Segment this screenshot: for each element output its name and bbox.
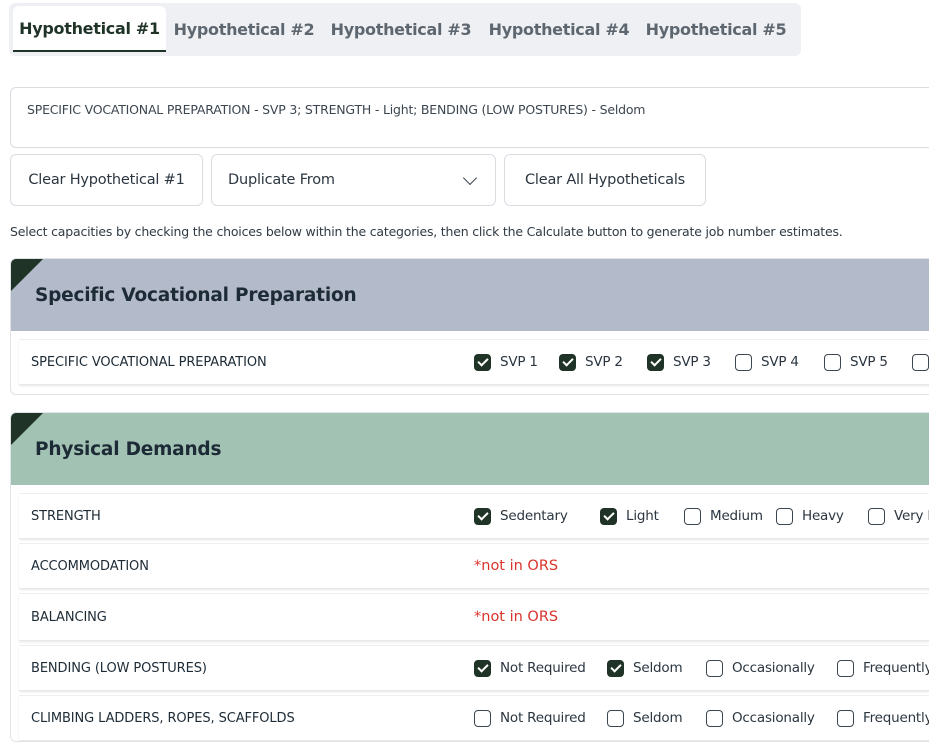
option-sedentary[interactable]: Sedentary <box>474 507 600 525</box>
checkbox[interactable] <box>600 507 617 525</box>
option-heavy[interactable]: Heavy <box>776 507 868 525</box>
checkbox[interactable] <box>559 353 576 371</box>
checkbox[interactable] <box>824 353 841 371</box>
not-in-ors-note: *not in ORS <box>474 609 559 625</box>
option-svp-2[interactable]: SVP 2 <box>559 353 647 371</box>
svp-row: SPECIFIC VOCATIONAL PREPARATION SVP 1 SV… <box>19 339 929 384</box>
clear-hypothetical-button[interactable]: Clear Hypothetical #1 <box>10 154 203 206</box>
row-label: STRENGTH <box>31 508 101 524</box>
tab-hypothetical-4[interactable]: Hypothetical #4 <box>480 6 638 52</box>
balancing-row: BALANCING *not in ORS <box>19 593 929 640</box>
option-label: SVP 5 <box>850 354 888 370</box>
checkbox[interactable] <box>868 507 885 525</box>
row-label: CLIMBING LADDERS, ROPES, SCAFFOLDS <box>31 710 295 726</box>
option-label: Not Required <box>500 660 586 676</box>
checkbox[interactable] <box>706 659 723 677</box>
strength-options: Sedentary Light Medium Heavy Very H <box>474 494 929 538</box>
option-svp-1[interactable]: SVP 1 <box>474 353 559 371</box>
option-label: Seldom <box>633 710 683 726</box>
option-label: SVP 3 <box>673 354 711 370</box>
option-occasionally[interactable]: Occasionally <box>706 709 837 727</box>
duplicate-from-select[interactable]: Duplicate From <box>211 154 496 206</box>
option-medium[interactable]: Medium <box>684 507 776 525</box>
option-frequently[interactable]: Frequently <box>837 709 929 727</box>
accommodation-row: ACCOMMODATION *not in ORS <box>19 543 929 588</box>
option-seldom[interactable]: Seldom <box>607 709 706 727</box>
climbing-options: Not Required Seldom Occasionally Frequen… <box>474 696 929 740</box>
checkbox[interactable] <box>607 659 624 677</box>
section-title: Specific Vocational Preparation <box>35 284 357 306</box>
tab-hypothetical-5[interactable]: Hypothetical #5 <box>638 6 794 52</box>
checkbox[interactable] <box>837 659 854 677</box>
option-label: SVP 2 <box>585 354 623 370</box>
hypothetical-tabs: Hypothetical #1 Hypothetical #2 Hypothet… <box>9 3 801 56</box>
option-label: Medium <box>710 508 763 524</box>
checkbox[interactable] <box>647 353 664 371</box>
option-label: Occasionally <box>732 660 815 676</box>
strength-row: STRENGTH Sedentary Light Medium Heavy Ve… <box>19 493 929 538</box>
climbing-row: CLIMBING LADDERS, ROPES, SCAFFOLDS Not R… <box>19 695 929 740</box>
section-title: Physical Demands <box>35 438 222 460</box>
option-very-heavy[interactable]: Very H <box>868 507 929 525</box>
checkbox[interactable] <box>912 353 929 371</box>
svp-section-header: Specific Vocational Preparation <box>11 259 929 331</box>
checkbox[interactable] <box>706 709 723 727</box>
checkbox[interactable] <box>735 353 752 371</box>
option-svp-3[interactable]: SVP 3 <box>647 353 735 371</box>
svp-options: SVP 1 SVP 2 SVP 3 SVP 4 SVP 5 <box>474 340 929 384</box>
tab-hypothetical-3[interactable]: Hypothetical #3 <box>322 6 480 52</box>
row-label: BENDING (LOW POSTURES) <box>31 660 207 676</box>
row-label: BALANCING <box>31 609 107 625</box>
option-not-required[interactable]: Not Required <box>474 709 607 727</box>
option-seldom[interactable]: Seldom <box>607 659 706 677</box>
corner-accent <box>11 259 43 291</box>
checkbox[interactable] <box>607 709 624 727</box>
option-label: Very H <box>894 508 929 524</box>
checkbox[interactable] <box>474 659 491 677</box>
row-label: ACCOMMODATION <box>31 558 149 574</box>
instructions-text: Select capacities by checking the choice… <box>10 224 843 239</box>
option-label: Not Required <box>500 710 586 726</box>
checkbox[interactable] <box>474 709 491 727</box>
option-svp-6[interactable] <box>912 353 929 371</box>
option-occasionally[interactable]: Occasionally <box>706 659 837 677</box>
checkbox[interactable] <box>684 507 701 525</box>
option-label: Occasionally <box>732 710 815 726</box>
checkbox[interactable] <box>474 507 491 525</box>
option-svp-5[interactable]: SVP 5 <box>824 353 912 371</box>
checkbox[interactable] <box>837 709 854 727</box>
balancing-value: *not in ORS <box>474 594 558 640</box>
option-label: SVP 1 <box>500 354 538 370</box>
option-label: Seldom <box>633 660 683 676</box>
option-not-required[interactable]: Not Required <box>474 659 607 677</box>
clear-all-hypotheticals-button[interactable]: Clear All Hypotheticals <box>504 154 706 206</box>
option-label: Sedentary <box>500 508 568 524</box>
option-label: Heavy <box>802 508 844 524</box>
hypothetical-summary: SPECIFIC VOCATIONAL PREPARATION - SVP 3;… <box>10 87 929 148</box>
option-label: SVP 4 <box>761 354 799 370</box>
corner-accent <box>11 413 43 445</box>
bending-options: Not Required Seldom Occasionally Frequen… <box>474 646 929 690</box>
tab-hypothetical-2[interactable]: Hypothetical #2 <box>166 6 322 52</box>
svp-section: Specific Vocational Preparation SPECIFIC… <box>10 258 929 395</box>
option-light[interactable]: Light <box>600 507 684 525</box>
chevron-down-icon <box>462 170 478 185</box>
option-frequently[interactable]: Frequently <box>837 659 929 677</box>
checkbox[interactable] <box>474 353 491 371</box>
option-svp-4[interactable]: SVP 4 <box>735 353 824 371</box>
bending-row: BENDING (LOW POSTURES) Not Required Seld… <box>19 645 929 690</box>
option-label: Light <box>626 508 659 524</box>
checkbox[interactable] <box>776 507 793 525</box>
tab-hypothetical-1[interactable]: Hypothetical #1 <box>13 6 166 52</box>
duplicate-from-label: Duplicate From <box>228 172 335 188</box>
physical-demands-header: Physical Demands <box>11 413 929 485</box>
accommodation-value: *not in ORS <box>474 544 558 588</box>
not-in-ors-note: *not in ORS <box>474 558 559 574</box>
row-label: SPECIFIC VOCATIONAL PREPARATION <box>31 354 267 370</box>
option-label: Frequently <box>863 710 929 726</box>
physical-demands-section: Physical Demands STRENGTH Sedentary Ligh… <box>10 412 929 742</box>
option-label: Frequently <box>863 660 929 676</box>
